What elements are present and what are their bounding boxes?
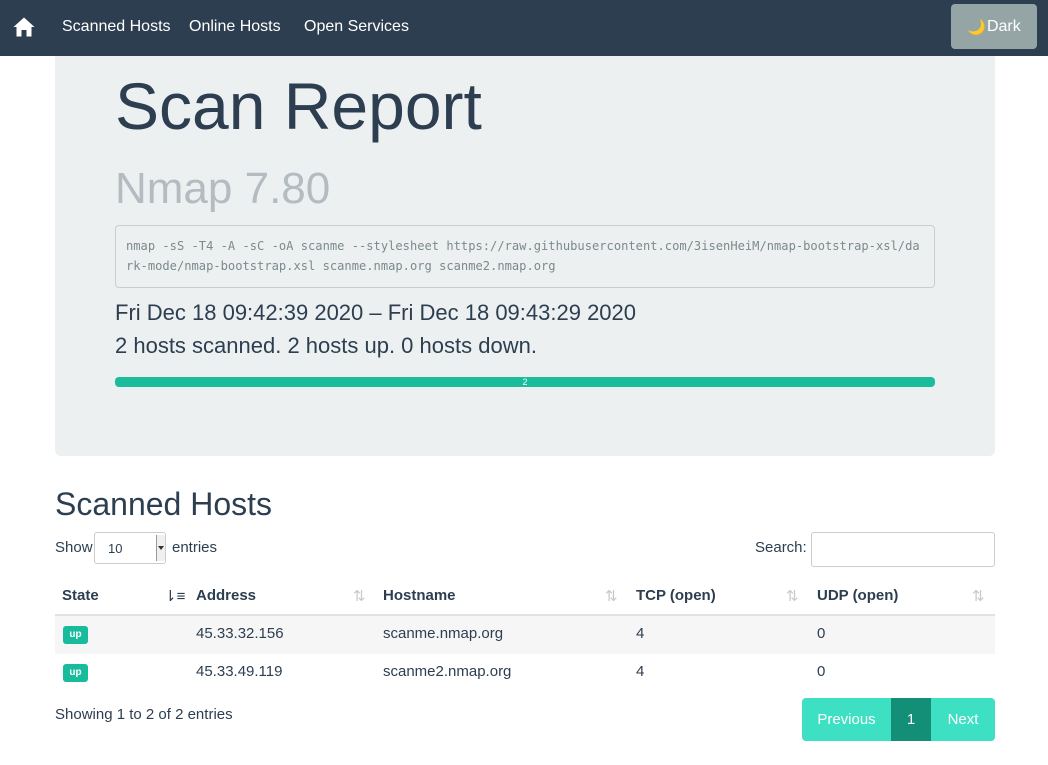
entries-select-value: 10 <box>108 541 123 556</box>
section-title: Scanned Hosts <box>55 486 273 522</box>
cell-address: 45.33.32.156 <box>196 625 284 642</box>
nav-online-hosts[interactable]: Online Hosts <box>189 18 281 36</box>
column-header-address[interactable]: Address <box>196 587 256 604</box>
scan-summary: 2 hosts scanned. 2 hosts up. 0 hosts dow… <box>115 333 537 358</box>
cell-udp: 0 <box>817 663 826 680</box>
pagination-page-1[interactable]: 1 <box>891 698 931 741</box>
cell-tcp: 4 <box>636 663 645 680</box>
dark-mode-button[interactable]: 🌙 Dark <box>951 4 1037 49</box>
scan-time-range: Fri Dec 18 09:42:39 2020 – Fri Dec 18 09… <box>115 300 637 325</box>
status-badge: up <box>63 664 88 682</box>
nmap-version: Nmap 7.80 <box>115 164 331 213</box>
status-badge: up <box>63 626 88 644</box>
entries-label: entries <box>172 539 218 556</box>
dark-mode-label: Dark <box>986 17 1021 35</box>
home-icon[interactable] <box>12 14 36 40</box>
sort-asc-icon[interactable]: ⇂≡ <box>164 587 185 605</box>
cell-udp: 0 <box>817 625 826 642</box>
table-info: Showing 1 to 2 of 2 entries <box>55 706 233 723</box>
pagination-next[interactable]: Next <box>931 698 995 741</box>
sort-icon[interactable]: ⇅ <box>786 587 799 605</box>
hosts-progress-label: 2 <box>522 377 528 387</box>
column-header-hostname[interactable]: Hostname <box>383 587 456 604</box>
column-header-state[interactable]: State <box>62 587 99 604</box>
search-label: Search: <box>755 539 807 556</box>
cell-hostname: scanme2.nmap.org <box>383 663 512 680</box>
entries-select[interactable]: 10 <box>94 532 166 564</box>
nav-scanned-hosts[interactable]: Scanned Hosts <box>62 18 171 36</box>
sort-icon[interactable]: ⇅ <box>353 587 366 605</box>
cell-address: 45.33.49.119 <box>196 663 283 680</box>
page-title: Scan Report <box>115 69 482 143</box>
search-input[interactable] <box>811 532 995 567</box>
pagination-previous[interactable]: Previous <box>802 698 891 741</box>
show-label: Show <box>55 539 93 556</box>
sort-icon[interactable]: ⇅ <box>605 587 618 605</box>
cell-hostname: scanme.nmap.org <box>383 625 504 642</box>
sort-icon[interactable]: ⇅ <box>972 587 985 605</box>
nav-open-services[interactable]: Open Services <box>304 18 409 36</box>
hosts-progress: 2 <box>115 377 935 387</box>
column-header-udp[interactable]: UDP (open) <box>817 587 898 604</box>
chevron-down-icon <box>156 535 165 561</box>
scan-command: nmap -sS -T4 -A -sC -oA scanme --stylesh… <box>115 225 935 288</box>
column-header-tcp[interactable]: TCP (open) <box>636 587 716 604</box>
moon-icon: 🌙 <box>967 18 986 36</box>
cell-tcp: 4 <box>636 625 645 642</box>
navbar: Scanned Hosts Online Hosts Open Services… <box>0 0 1048 56</box>
